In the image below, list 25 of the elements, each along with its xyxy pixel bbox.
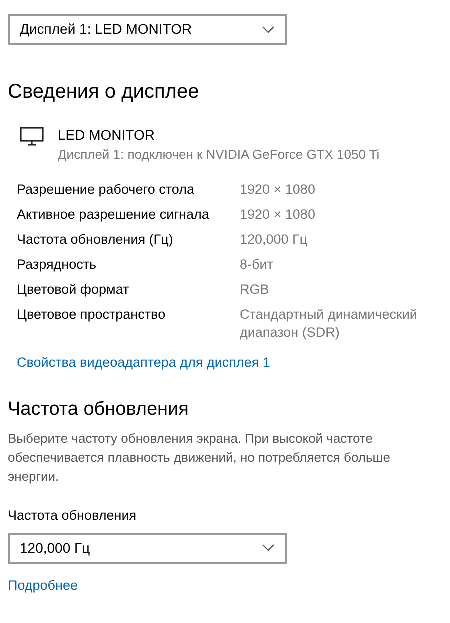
property-value: 1920 × 1080	[240, 206, 316, 224]
field-label: Частота обновления	[8, 507, 137, 526]
property-label: Активное разрешение сигнала	[17, 206, 210, 224]
property-value: RGB	[240, 280, 270, 298]
property-label: Разрядность	[17, 256, 98, 274]
connection-text: Дисплей 1: подключен к NVIDIA GeForce GTX 1050 Ti	[58, 146, 380, 164]
monitor-icon	[20, 127, 44, 147]
property-label: Разрешение рабочего стола	[17, 180, 196, 198]
description-text: Выберите частоту обновления экрана. При высокой частоте обеспечивается плавность движений, но потребляется больше энергии.	[8, 430, 392, 486]
property-label: Цветовой формат	[17, 280, 130, 298]
property-value: 8-бит	[240, 256, 274, 274]
property-value: 120,000 Гц	[240, 230, 309, 248]
property-label: Частота обновления (Гц)	[17, 230, 174, 248]
monitor-name: LED MONITOR	[58, 126, 156, 145]
learn-more-link[interactable]: Подробнее	[8, 576, 78, 596]
property-label: Цветовое пространство	[17, 306, 167, 324]
property-value: 1920 × 1080	[240, 180, 316, 198]
chevron-down-icon	[262, 26, 275, 34]
section-heading: Сведения о дисплее	[8, 80, 200, 105]
dropdown[interactable]: Дисплей 1: LED MONITOR	[8, 14, 287, 45]
property-value: Стандартный динамический диапазон (SDR)	[240, 306, 418, 342]
adapter-properties-link[interactable]: Свойства видеоадаптера для дисплея 1	[17, 353, 270, 374]
dropdown[interactable]: 120,000 Гц	[8, 532, 287, 564]
chevron-down-icon	[262, 544, 275, 552]
section-heading: Частота обновления	[8, 398, 190, 422]
